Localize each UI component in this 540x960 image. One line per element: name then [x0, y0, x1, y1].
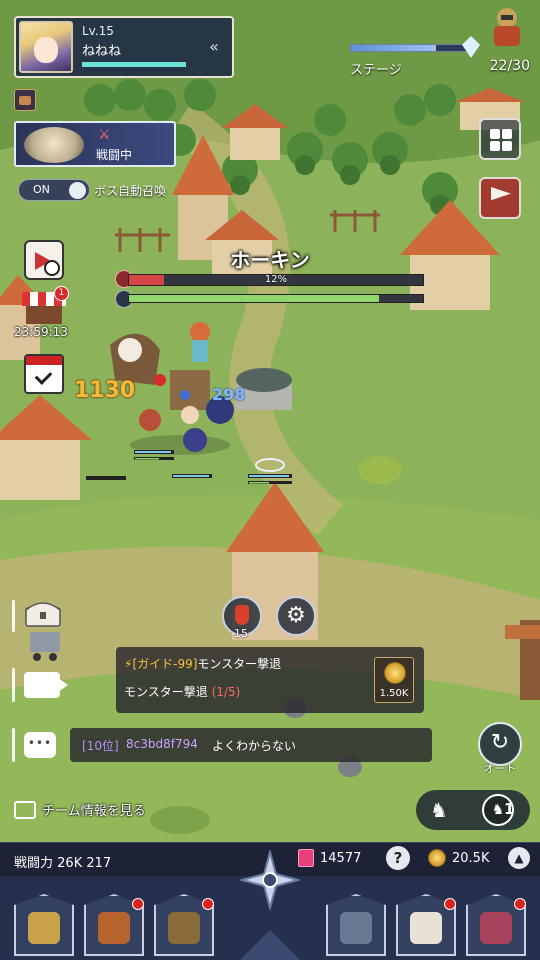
mission-reward-value: 1.50K: [379, 688, 409, 699]
stage-label: ステージ: [350, 63, 402, 78]
expand-up-icon[interactable]: ▲: [508, 847, 530, 869]
mission-task-progress: (1/5): [211, 685, 241, 699]
mission-reward[interactable]: 1.50K: [374, 657, 414, 703]
crossed-swords-icon: ⚔: [98, 127, 111, 143]
nav-guild-icon[interactable]: [326, 894, 386, 956]
auto-summon-toggle[interactable]: ON: [18, 179, 90, 201]
stage-progress-fill: [351, 45, 436, 51]
boss-name: ホーキン: [230, 248, 310, 272]
mission-task-text: モンスター撃退: [124, 685, 208, 699]
stage-count: 22/30: [489, 58, 530, 74]
buff-chest-icon[interactable]: [14, 89, 36, 111]
shop-badge: 1: [54, 286, 69, 301]
mission-guide-tag: [ガイド-99]: [132, 657, 198, 671]
notification-dot: [202, 898, 214, 910]
team-icon: [14, 801, 36, 819]
stage-progress: ステージ 22/30: [348, 8, 534, 80]
auto-label: オート: [483, 762, 517, 775]
mission-guide-text: モンスター撃退: [197, 657, 282, 671]
chat-user: 8c3bd8f794: [126, 737, 198, 751]
boss-hp-percent: 12%: [264, 274, 288, 285]
stage-gem-icon: [462, 36, 480, 58]
player-name: ねねね: [82, 44, 122, 59]
player-profile[interactable]: Lv.15 ねねね «: [14, 16, 234, 78]
mine-cart-icon[interactable]: [24, 628, 66, 662]
team-info-label: チーム情報を見る: [42, 804, 146, 819]
mission-task: モンスター撃退 (1/5): [124, 683, 240, 700]
formation-panel[interactable]: ♞ ♞ 1: [416, 790, 530, 830]
combat-power-value: 26K 217: [57, 856, 112, 871]
gem-count: 14577: [320, 851, 362, 866]
gear-icon[interactable]: ⚙: [276, 596, 316, 636]
formation-count: 1: [504, 800, 515, 818]
gold-coin-icon: [384, 662, 406, 684]
xp-bar: [82, 62, 200, 67]
grid-menu-icon[interactable]: [479, 118, 521, 160]
shop-timer: 23:59:13: [14, 325, 68, 339]
treasure-chest-icon[interactable]: [24, 600, 62, 628]
boss-hp-bar: 12%: [128, 274, 424, 286]
surrender-flag-icon[interactable]: [479, 177, 521, 219]
chess-piece-gear-icon[interactable]: ♞: [430, 798, 450, 822]
camera-icon[interactable]: [24, 672, 68, 698]
shop-icon[interactable]: 1: [22, 286, 69, 326]
combat-power: 戦闘力 26K 217: [14, 852, 111, 871]
toggle-state: ON: [33, 183, 50, 196]
auto-summon-label: ボス自動召喚: [94, 184, 167, 198]
left-divider: [12, 728, 15, 762]
notification-dot: [444, 898, 456, 910]
chat-rank: [10位]: [82, 739, 119, 753]
gold-coin-icon: [428, 849, 446, 867]
team-info-link[interactable]: チーム情報を見る: [14, 800, 146, 819]
chat-icon[interactable]: •••: [24, 732, 56, 758]
help-icon[interactable]: ?: [386, 846, 410, 870]
boss-portrait: [24, 127, 84, 163]
battle-status-label: 戦闘中: [96, 148, 133, 162]
left-divider: [12, 668, 15, 702]
compass-emblem-icon[interactable]: [240, 850, 300, 910]
chat-preview[interactable]: [10位] 8c3bd8f794 よくわからない: [70, 728, 432, 762]
xp-bar-fill: [82, 62, 186, 67]
notification-dot: [132, 898, 144, 910]
battle-time-fill: [129, 295, 379, 302]
player-avatar[interactable]: [19, 21, 73, 73]
stage-boss-knight-icon[interactable]: [484, 2, 530, 48]
player-level: Lv.15: [82, 24, 114, 38]
notification-dot: [514, 898, 526, 910]
mission-guide: ⚡[ガイド-99]モンスター撃退: [124, 655, 281, 672]
combat-power-label: 戦闘力: [14, 856, 54, 871]
calendar-icon[interactable]: [24, 354, 64, 394]
mission-panel[interactable]: ⚡[ガイド-99]モンスター撃退 モンスター撃退 (1/5) 1.50K: [116, 647, 424, 713]
potion-count: 15: [234, 627, 248, 640]
gem-icon: [298, 849, 314, 867]
damage-number-small: 298: [212, 385, 246, 404]
toggle-knob: [69, 182, 86, 199]
battle-time-bar: [128, 294, 424, 303]
chat-message: よくわからない: [212, 739, 297, 753]
nav-hero-icon[interactable]: [14, 894, 74, 956]
boss-battle-card[interactable]: ⚔ 戦闘中: [14, 121, 176, 167]
gold-count: 20.5K: [452, 851, 490, 866]
left-divider: [12, 600, 15, 632]
collapse-icon[interactable]: «: [202, 36, 226, 58]
damage-number: 1130: [74, 378, 136, 403]
stage-progress-bar: [350, 44, 468, 52]
